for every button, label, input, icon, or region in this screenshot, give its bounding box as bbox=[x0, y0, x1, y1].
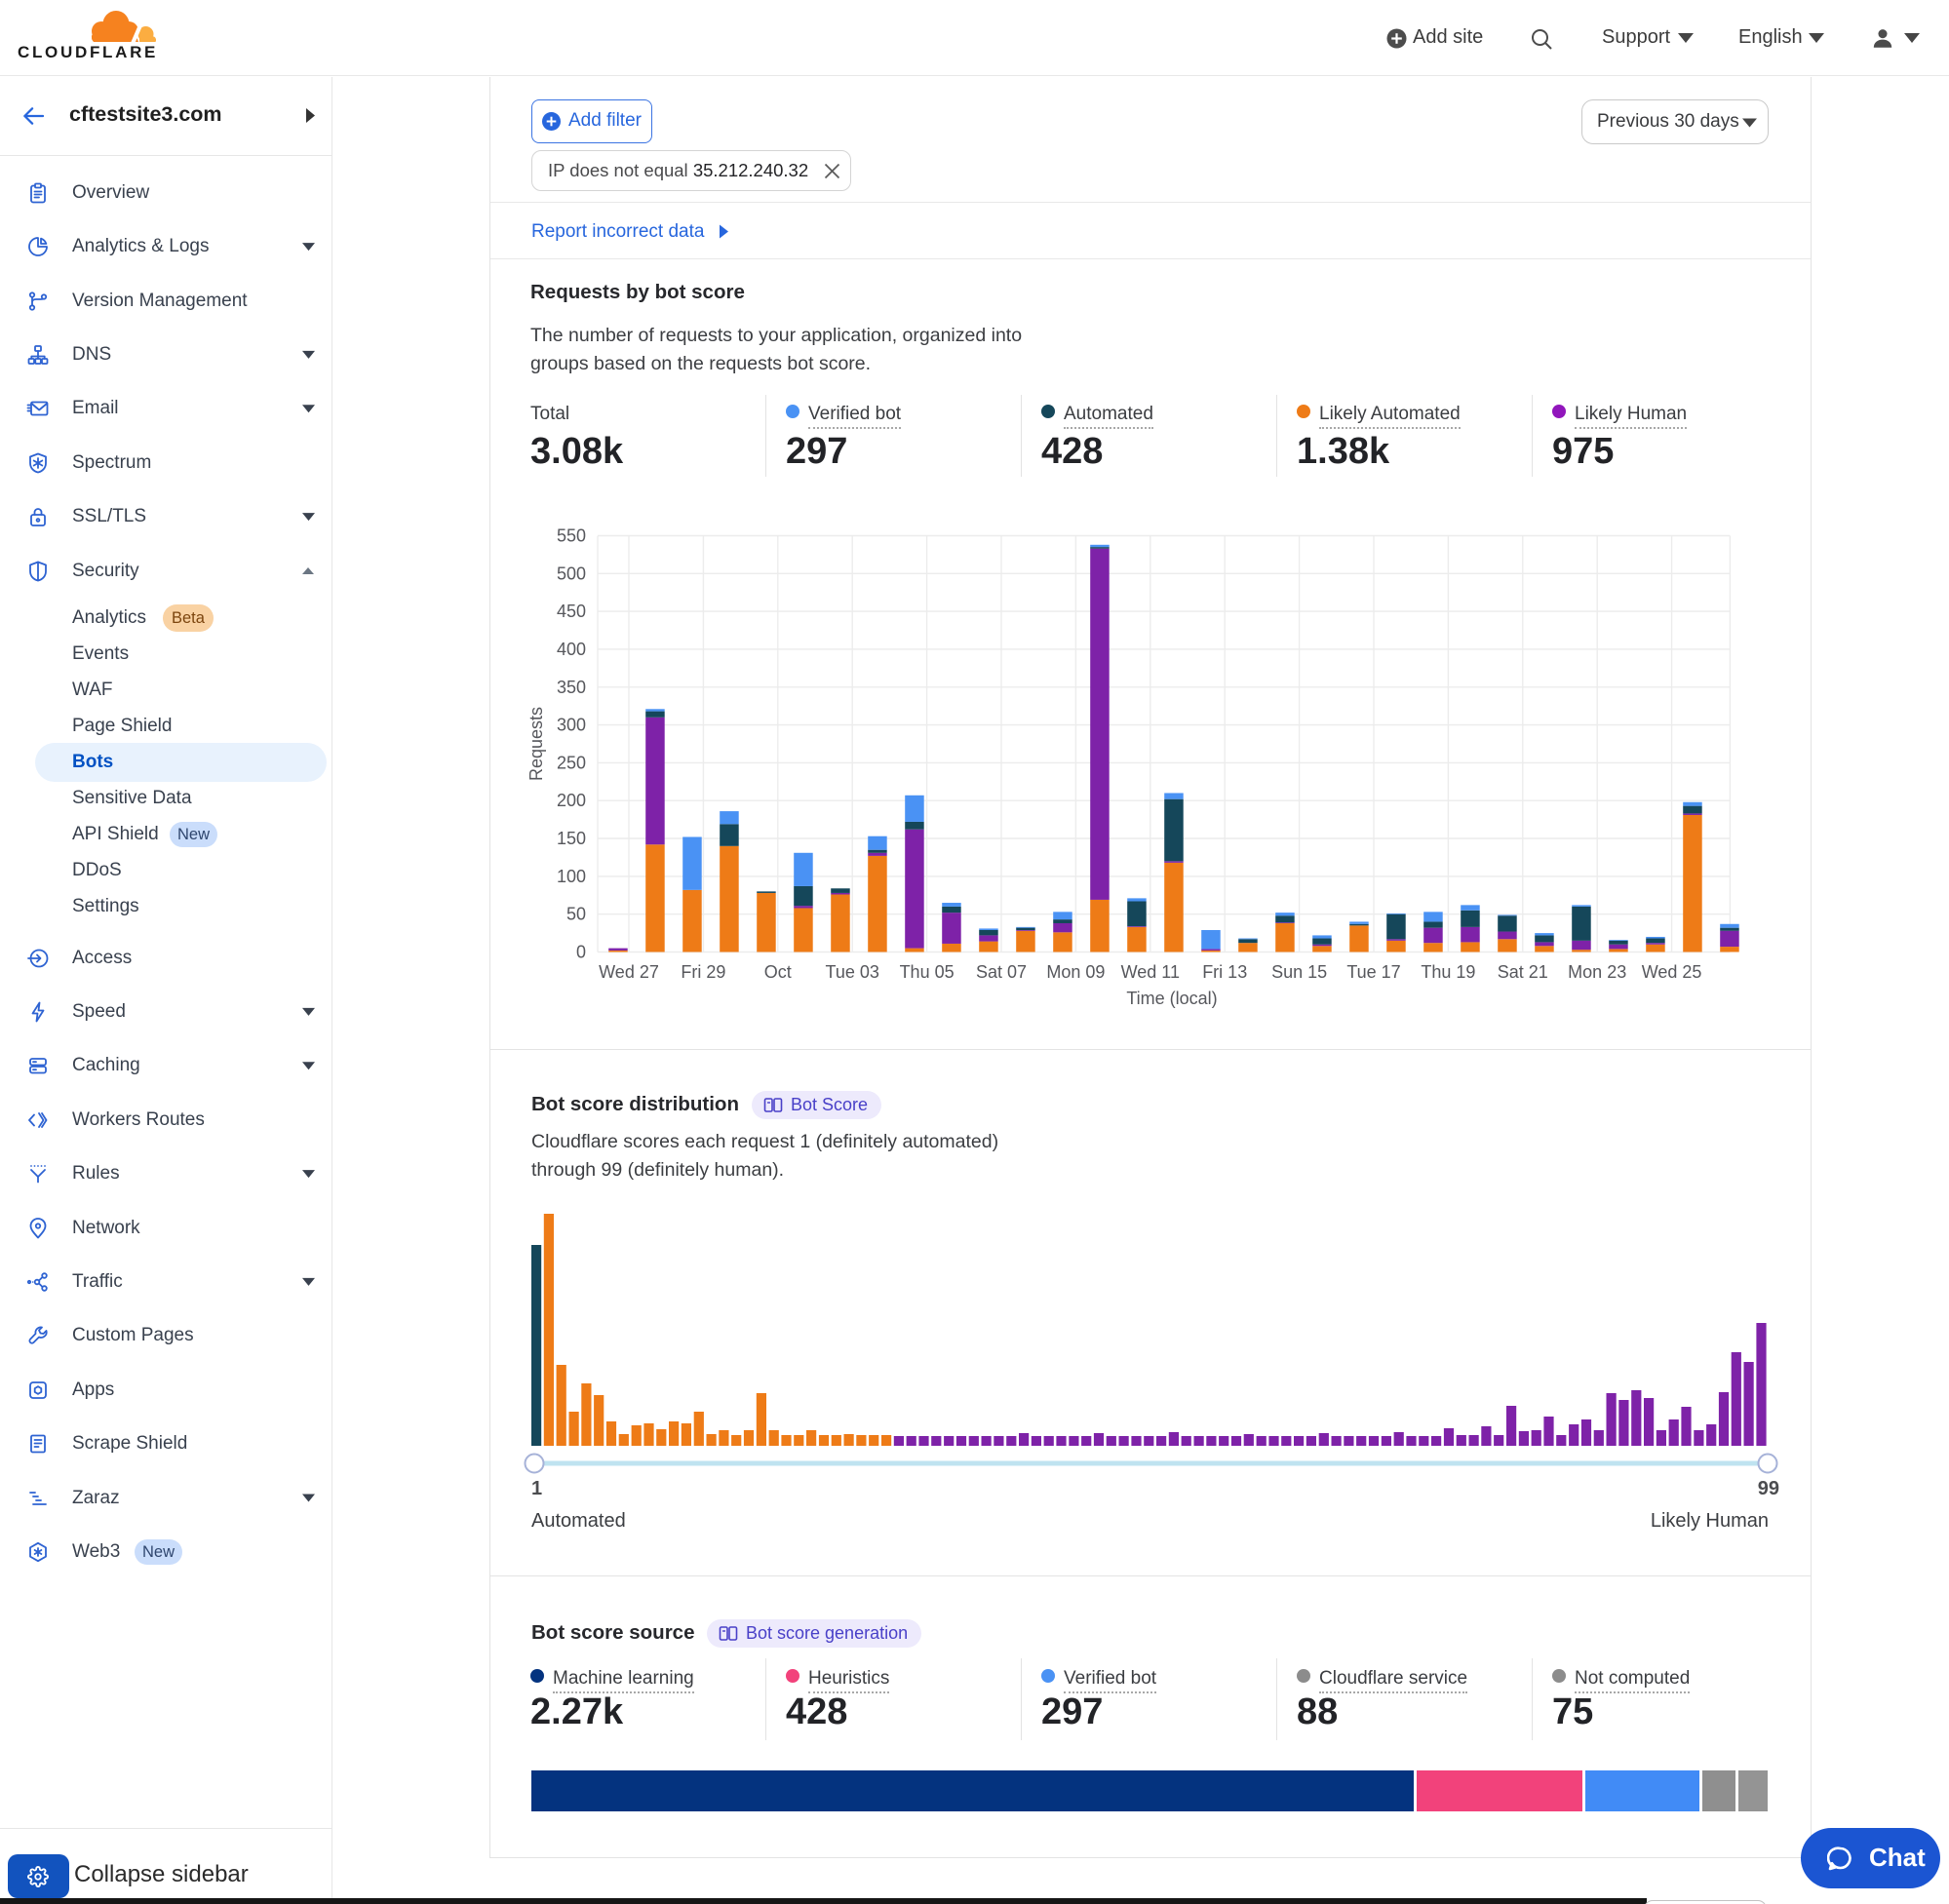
svg-text:250: 250 bbox=[557, 753, 586, 772]
svg-text:Mon 09: Mon 09 bbox=[1046, 962, 1105, 982]
svg-text:Sat 07: Sat 07 bbox=[976, 962, 1027, 982]
svg-text:Tue 03: Tue 03 bbox=[826, 962, 879, 982]
svg-text:Thu 05: Thu 05 bbox=[900, 962, 955, 982]
svg-text:50: 50 bbox=[566, 905, 586, 924]
svg-text:Wed 25: Wed 25 bbox=[1642, 962, 1702, 982]
svg-text:Wed 27: Wed 27 bbox=[599, 962, 659, 982]
svg-text:0: 0 bbox=[576, 943, 586, 962]
svg-text:300: 300 bbox=[557, 716, 586, 735]
svg-text:150: 150 bbox=[557, 829, 586, 848]
svg-text:400: 400 bbox=[557, 640, 586, 659]
svg-text:Fri 29: Fri 29 bbox=[681, 962, 725, 982]
svg-text:450: 450 bbox=[557, 602, 586, 621]
svg-text:Tue 17: Tue 17 bbox=[1346, 962, 1400, 982]
svg-text:Requests: Requests bbox=[526, 707, 546, 781]
svg-text:Mon 23: Mon 23 bbox=[1568, 962, 1626, 982]
svg-text:350: 350 bbox=[557, 678, 586, 697]
svg-text:Time (local): Time (local) bbox=[1126, 989, 1217, 1008]
svg-text:200: 200 bbox=[557, 791, 586, 810]
svg-text:500: 500 bbox=[557, 563, 586, 583]
svg-text:Wed 11: Wed 11 bbox=[1121, 962, 1180, 982]
svg-text:550: 550 bbox=[557, 526, 586, 546]
svg-text:Thu 19: Thu 19 bbox=[1421, 962, 1475, 982]
svg-text:Fri 13: Fri 13 bbox=[1202, 962, 1247, 982]
svg-text:Oct: Oct bbox=[764, 962, 792, 982]
svg-text:100: 100 bbox=[557, 867, 586, 886]
svg-text:Sun 15: Sun 15 bbox=[1271, 962, 1327, 982]
svg-text:Sat 21: Sat 21 bbox=[1498, 962, 1548, 982]
